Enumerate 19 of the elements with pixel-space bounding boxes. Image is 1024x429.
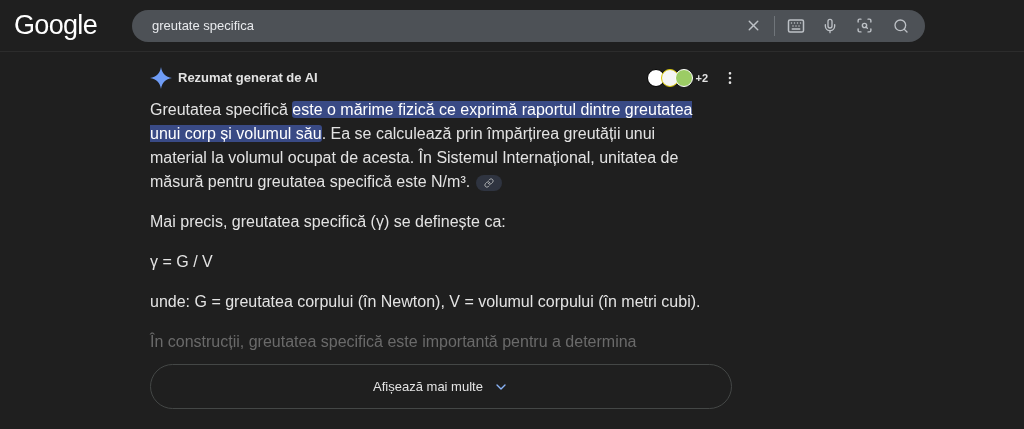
search-icon[interactable]: [893, 17, 909, 34]
link-chip[interactable]: [476, 174, 503, 191]
search-field[interactable]: greutate specifica: [132, 9, 925, 42]
overview-paragraph: unde: G = greutatea corpului (în Newton), V = volumul corpului (în metri cubi).: [150, 292, 702, 312]
overview-paragraph: γ = G / V: [150, 252, 214, 272]
microphone-icon[interactable]: [822, 17, 838, 34]
overview-paragraph: Mai precis, greutatea specifică (γ) se definește ca:: [150, 212, 507, 232]
google-logo[interactable]: Google: [14, 5, 132, 46]
camera-search-icon[interactable]: [856, 17, 873, 34]
link-icon: [484, 177, 495, 188]
overview-paragraph: Greutatea specifică este o mărime fizică ce exprimă raportul dintre greutatea unui corp și volumul său. Ea se calculează prin împărțirea greutății unui material la volumul ocupat de acesta. În Sistemul Internațional, unitatea de măsură pentru greutatea specifică este N/m³.: [150, 100, 694, 193]
keyboard-icon[interactable]: [787, 16, 805, 35]
search-input[interactable]: greutate specifica: [152, 15, 745, 36]
show-more-button[interactable]: Afișează mai multe: [150, 364, 732, 409]
overview-paragraph: În construcții, greutatea specifică este importantă pentru a determina: [150, 331, 638, 352]
sparkle-icon: [150, 67, 172, 89]
source-count[interactable]: +2: [695, 69, 708, 87]
source-logos-drawing[interactable]: [647, 69, 694, 87]
ai-overview-title: Rezumat generat de AI: [178, 69, 318, 88]
